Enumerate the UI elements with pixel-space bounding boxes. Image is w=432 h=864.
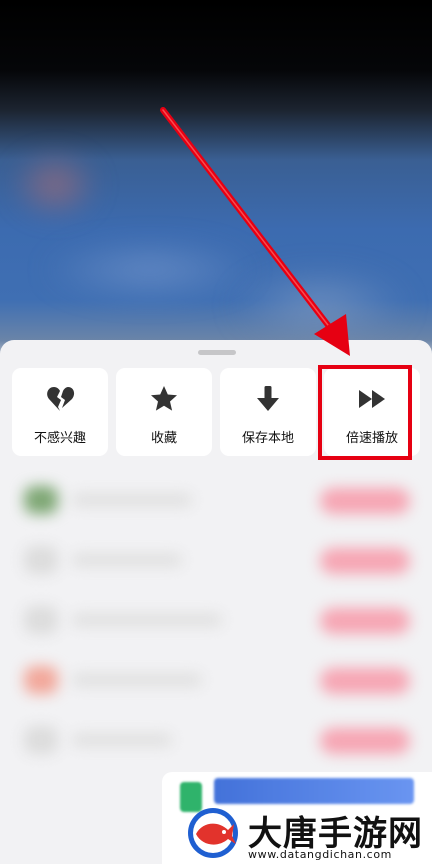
list-item	[20, 720, 415, 760]
list-action-pill	[320, 608, 410, 634]
list-item	[20, 660, 415, 700]
list-item	[20, 540, 415, 580]
watermark-url: www.datangdichan.com	[248, 848, 392, 861]
list-avatar	[24, 606, 58, 634]
favorite-label: 收藏	[150, 431, 177, 446]
list-avatar	[24, 486, 58, 514]
list-avatar	[24, 666, 58, 694]
not-interested-label: 不感兴趣	[33, 431, 86, 446]
fish-logo-icon	[188, 808, 238, 858]
list-avatar	[24, 726, 58, 754]
video-blur-shape	[40, 240, 260, 300]
download-arrow-icon	[220, 384, 316, 414]
not-interested-button[interactable]: 不感兴趣	[12, 368, 108, 456]
list-action-pill	[320, 548, 410, 574]
list-action-pill	[320, 728, 410, 754]
watermark: 大唐手游网 www.datangdichan.com	[162, 772, 432, 864]
video-blur-shape	[10, 150, 100, 220]
video-background[interactable]	[0, 0, 432, 360]
highlight-box	[318, 365, 412, 460]
list-text-placeholder	[72, 494, 192, 506]
list-text-placeholder	[72, 554, 182, 566]
star-icon	[116, 384, 212, 414]
broken-heart-icon	[12, 384, 108, 414]
list-text-placeholder	[72, 734, 172, 746]
save-local-label: 保存本地	[241, 431, 294, 446]
watermark-decoration	[214, 778, 414, 804]
favorite-button[interactable]: 收藏	[116, 368, 212, 456]
list-item	[20, 600, 415, 640]
list-text-placeholder	[72, 674, 202, 686]
save-local-button[interactable]: 保存本地	[220, 368, 316, 456]
video-blur-shape	[230, 270, 410, 340]
sheet-drag-handle[interactable]	[198, 350, 236, 355]
list-avatar	[24, 546, 58, 574]
list-action-pill	[320, 488, 410, 514]
list-action-pill	[320, 668, 410, 694]
list-text-placeholder	[72, 614, 222, 626]
list-item	[20, 480, 415, 520]
